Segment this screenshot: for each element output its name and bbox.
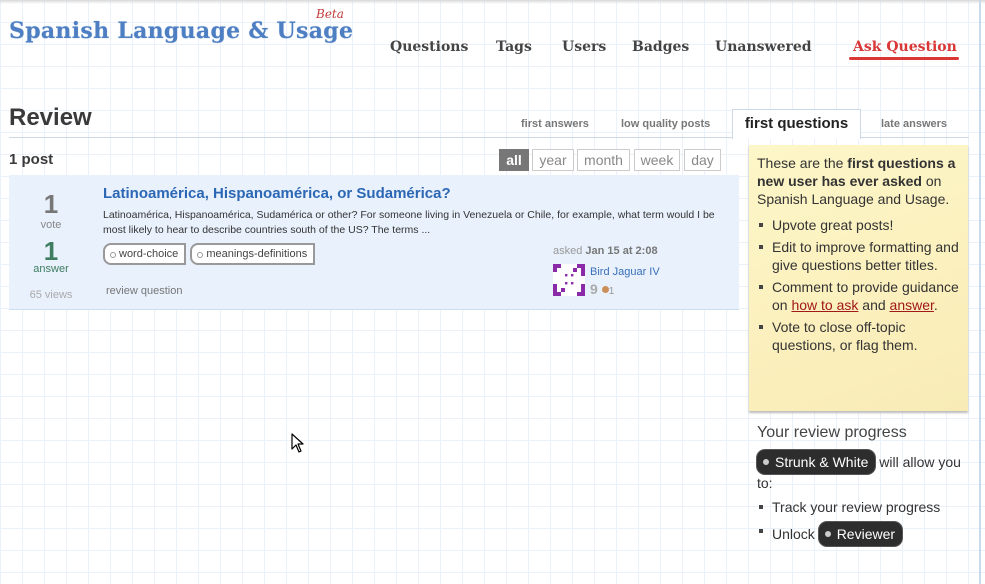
- asked-info: asked Jan 15 at 2:08: [553, 245, 658, 257]
- beta-label: Beta: [316, 7, 344, 21]
- bronze-badge-icon: [601, 286, 609, 293]
- vote-label: vote: [40, 219, 62, 231]
- question-summary: 1 vote 1 answer 65 views Latinoamérica, …: [9, 175, 739, 310]
- ask-question-underline: [849, 57, 959, 60]
- unlock-text: Unlock: [772, 526, 819, 542]
- tip-comment: Comment to provide guidance on how to as…: [757, 278, 960, 314]
- tag-word-choice[interactable]: word-choice: [103, 243, 187, 265]
- tab-first-questions[interactable]: first questions: [732, 109, 861, 139]
- strunk-white-badge[interactable]: Strunk & White: [757, 450, 876, 474]
- note-intro: These are the first questions a new user…: [757, 154, 960, 208]
- bronze-badge-count: 1: [608, 286, 615, 297]
- tag-list: word-choice meanings-definitions: [103, 243, 319, 265]
- top-shadow: [0, 0, 985, 4]
- how-to-ask-link[interactable]: how to ask: [791, 297, 858, 313]
- filter-month[interactable]: month: [577, 149, 630, 171]
- filter-year[interactable]: year: [532, 149, 574, 171]
- asked-prefix: asked: [553, 245, 583, 257]
- progress-item-unlock: Unlock Reviewer: [757, 522, 972, 546]
- nav-badges[interactable]: Badges: [632, 39, 689, 55]
- nav-users[interactable]: Users: [562, 39, 606, 55]
- question-title-link[interactable]: Latinoamérica, Hispanoamérica, or Sudamé…: [103, 185, 451, 202]
- progress-intro: Strunk & White will allow you to:: [757, 450, 972, 492]
- user-reputation: 91: [590, 281, 614, 297]
- review-progress: Your review progress Strunk & White will…: [757, 424, 972, 552]
- review-guidance-note: These are the first questions a new user…: [749, 145, 968, 411]
- vote-count: 1: [43, 189, 59, 219]
- tips-list: Upvote great posts! Edit to improve form…: [757, 216, 960, 354]
- tab-first-answers[interactable]: first answers: [521, 118, 589, 130]
- asked-time: Jan 15 at 2:08: [585, 245, 658, 257]
- page-right-border: [979, 0, 981, 584]
- tip-upvote: Upvote great posts!: [757, 216, 960, 234]
- tip-comment-and: and: [858, 297, 890, 313]
- filter-day[interactable]: day: [684, 149, 721, 171]
- mouse-cursor-icon: [291, 433, 304, 453]
- view-count: 65 views: [29, 289, 73, 301]
- tag-meanings-definitions[interactable]: meanings-definitions: [190, 243, 316, 265]
- tip-edit: Edit to improve formatting and give ques…: [757, 238, 960, 274]
- answer-label: answer: [33, 263, 69, 275]
- progress-item-track: Track your review progress: [757, 498, 972, 516]
- question-excerpt: Latinoamérica, Hispanoamérica, Sudaméric…: [103, 209, 715, 236]
- filter-all[interactable]: all: [499, 149, 529, 171]
- intro-text: These are the: [757, 155, 848, 171]
- tip-vote-close: Vote to close off-topic questions, or fl…: [757, 318, 960, 354]
- answer-link[interactable]: answer: [890, 297, 934, 313]
- ask-question-button[interactable]: Ask Question: [853, 39, 957, 55]
- reviewer-badge[interactable]: Reviewer: [818, 522, 903, 546]
- nav-unanswered[interactable]: Unanswered: [715, 39, 812, 55]
- user-avatar[interactable]: [553, 264, 585, 296]
- post-count: 1 post: [9, 151, 54, 168]
- nav-tags[interactable]: Tags: [496, 39, 532, 55]
- filter-week[interactable]: week: [634, 149, 680, 171]
- reputation-score: 9: [590, 281, 598, 297]
- tab-late-answers[interactable]: late answers: [881, 118, 947, 130]
- user-name-link[interactable]: Bird Jaguar IV: [590, 266, 660, 278]
- tab-low-quality-posts[interactable]: low quality posts: [621, 118, 710, 130]
- progress-title: Your review progress: [757, 424, 907, 441]
- page-title: Review: [9, 104, 92, 131]
- progress-list: Track your review progress Unlock Review…: [757, 498, 972, 546]
- tip-comment-end: .: [933, 297, 938, 313]
- nav-questions[interactable]: Questions: [390, 39, 468, 55]
- site-logo[interactable]: Spanish Language & Usage: [9, 18, 353, 44]
- review-question-link[interactable]: review question: [106, 285, 182, 297]
